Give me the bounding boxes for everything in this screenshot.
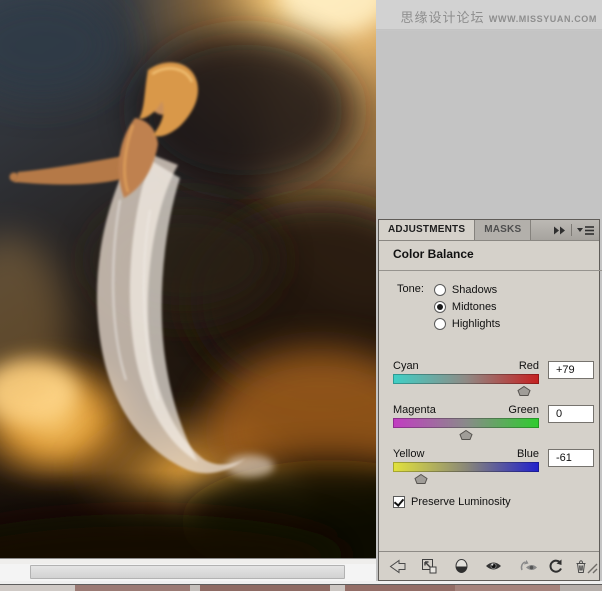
slider-left-label: Cyan [393,360,419,374]
tone-section: Tone: Shadows Midtones Highlights [393,281,596,332]
panel-title: Color Balance [393,247,596,262]
document-canvas[interactable] [0,0,376,558]
visibility-eye-icon[interactable] [483,556,503,576]
slider-right-label: Red [519,360,539,374]
view-previous-state-icon[interactable] [519,556,539,576]
return-to-adjustment-list-icon[interactable] [387,556,407,576]
checkbox-icon [393,496,405,508]
clip-to-layer-icon[interactable] [451,556,471,576]
horizontal-scrollbar[interactable] [0,564,376,581]
radio-midtones[interactable]: Midtones [434,298,500,315]
panel-menu-icon[interactable] [572,220,599,240]
panel-resize-grip[interactable] [587,561,598,579]
panel-tab-bar: ADJUSTMENTS MASKS [379,220,599,241]
divider [379,270,602,271]
magenta-green-handle[interactable] [460,427,473,445]
photoshop-workspace: 思缘设计论坛 WWW.MISSYUAN.COM ADJUSTMENTS MASK… [0,0,602,591]
reset-icon[interactable] [545,556,565,576]
expanded-view-icon[interactable] [419,556,439,576]
radio-button-icon [434,318,446,330]
magenta-green-slider: Magenta Green [393,404,596,437]
magenta-green-value-input[interactable] [548,405,594,423]
background-window-strip [0,584,602,591]
tab-masks[interactable]: MASKS [475,220,531,240]
watermark: 思缘设计论坛 WWW.MISSYUAN.COM [400,7,597,27]
collapse-to-icons-icon[interactable] [548,220,571,240]
photo-artwork [0,0,376,558]
cyan-red-slider: Cyan Red [393,360,596,393]
panel-footer [379,551,599,580]
tone-options: Shadows Midtones Highlights [434,281,500,332]
radio-highlights[interactable]: Highlights [434,315,500,332]
slider-left-label: Magenta [393,404,436,418]
cyan-red-handle[interactable] [517,383,530,401]
slider-right-label: Green [508,404,539,418]
radio-button-icon [434,284,446,296]
horizontal-scrollbar-thumb[interactable] [30,565,345,579]
radio-shadows[interactable]: Shadows [434,281,500,298]
yellow-blue-slider: Yellow Blue [393,448,596,481]
slider-left-label: Yellow [393,448,424,462]
slider-right-label: Blue [517,448,539,462]
preserve-luminosity-checkbox[interactable]: Preserve Luminosity [393,496,596,508]
color-sliders: Cyan Red Magenta Green [393,360,596,481]
yellow-blue-value-input[interactable] [548,449,594,467]
cyan-red-value-input[interactable] [548,361,594,379]
watermark-site-url: WWW.MISSYUAN.COM [489,14,597,24]
yellow-blue-handle[interactable] [415,471,428,489]
tab-adjustments[interactable]: ADJUSTMENTS [379,220,475,240]
watermark-forum-name: 思缘设计论坛 [400,10,484,25]
app-background-top: 思缘设计论坛 WWW.MISSYUAN.COM [376,0,602,30]
adjustments-panel: ADJUSTMENTS MASKS Color Balance Tone: [378,219,600,581]
color-balance-panel: Color Balance Tone: Shadows Midtones H [379,241,599,543]
tone-label: Tone: [397,283,424,332]
radio-button-icon [434,301,446,313]
